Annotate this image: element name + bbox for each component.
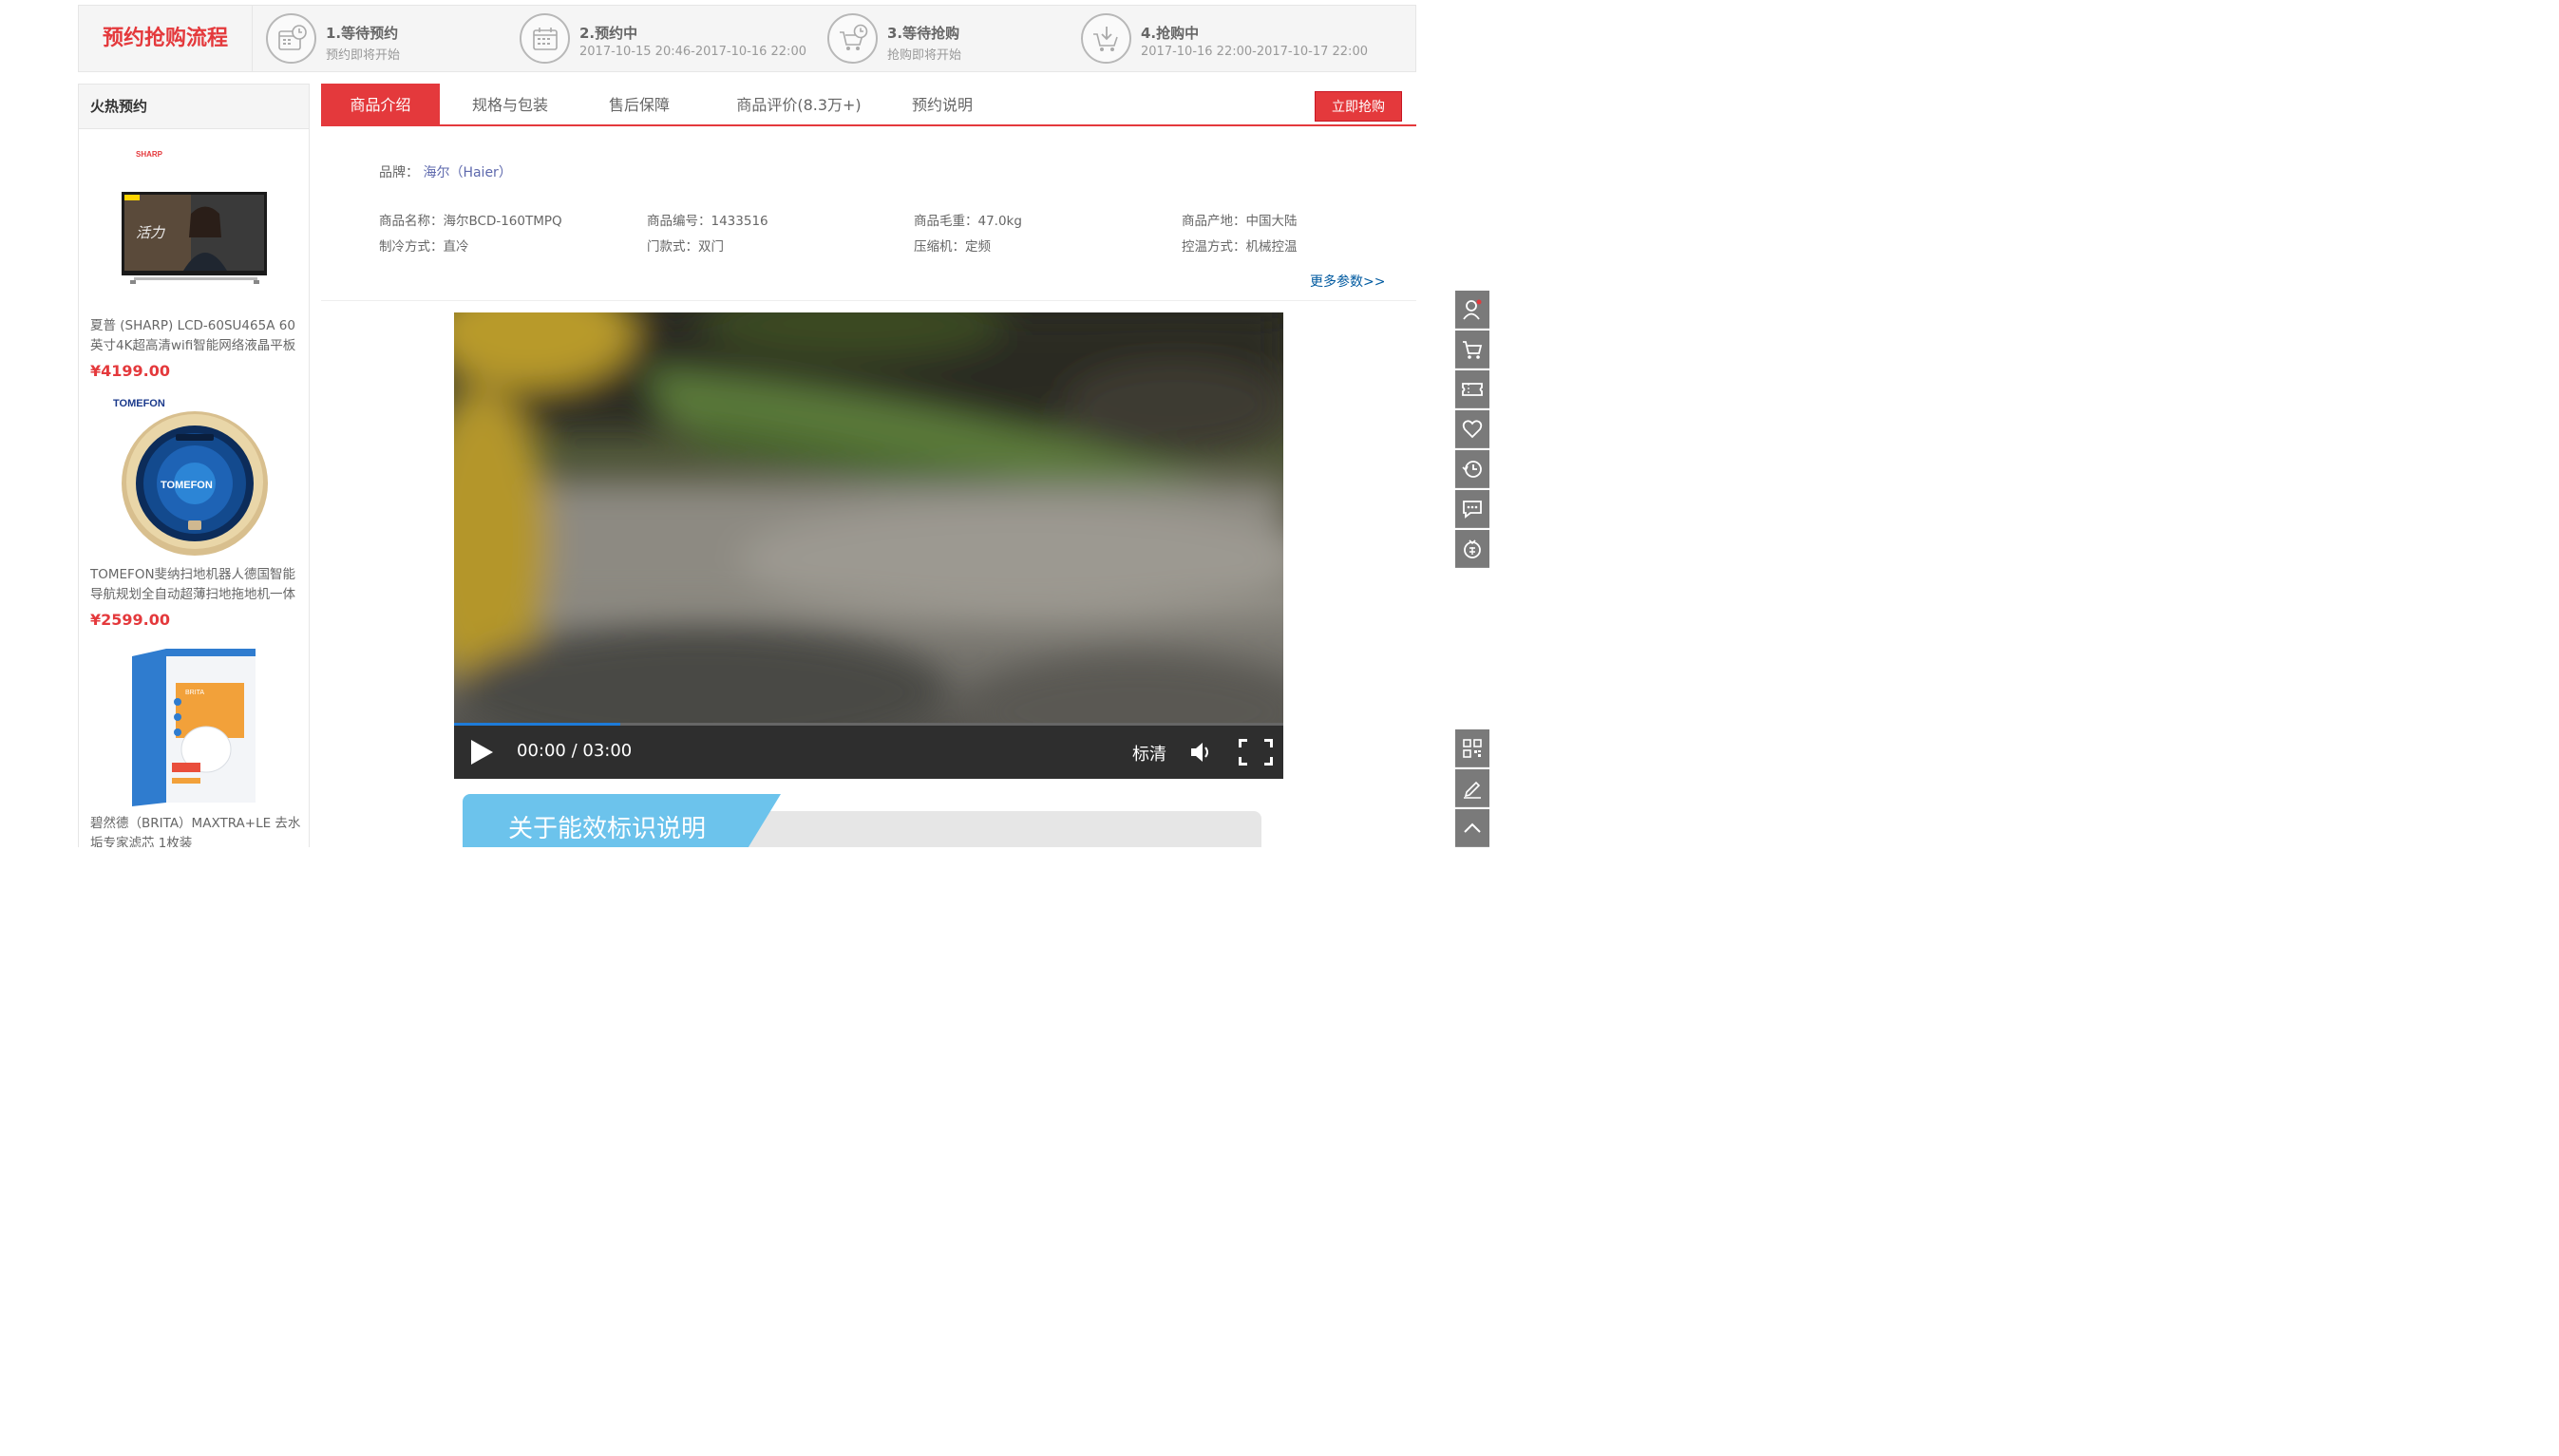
back-to-top-icon[interactable] [1455, 809, 1489, 847]
product-name[interactable]: 夏普 (SHARP) LCD-60SU465A 60英寸4K超高清wifi智能网… [90, 316, 301, 356]
process-step-4: 4.抢购中 2017-10-16 22:00-2017-10-17 22:00 [1081, 11, 1368, 66]
param-item: 商品产地：中国大陆 [1182, 214, 1298, 229]
tab-after-sales[interactable]: 售后保障 [589, 84, 690, 124]
banner-background [710, 811, 1261, 847]
product-price: ¥2599.00 [90, 611, 171, 629]
cart-icon[interactable] [1455, 331, 1489, 369]
product-image-brita-filter[interactable]: BRITA [128, 645, 261, 808]
play-icon[interactable] [469, 739, 494, 766]
param-item: 商品编号：1433516 [647, 214, 768, 229]
param-item: 商品名称：海尔BCD-160TMPQ [379, 214, 562, 229]
product-image-sharp-tv[interactable]: SHARP 活力 [115, 147, 276, 290]
step-title: 2.预约中 [579, 25, 638, 42]
history-icon[interactable] [1455, 450, 1489, 488]
cart-clock-icon [827, 13, 878, 64]
more-params-link[interactable]: 更多参数>> [1310, 272, 1385, 291]
process-step-1: 1.等待预约 预约即将开始 [266, 11, 484, 66]
coin-icon[interactable] [1455, 530, 1489, 568]
volume-icon[interactable] [1189, 739, 1212, 766]
step-subtitle: 预约即将开始 [326, 48, 401, 63]
product-name[interactable]: 碧然德（BRITA）MAXTRA+LE 去水垢专家滤芯 1枚装 [90, 814, 301, 847]
step-subtitle: 2017-10-15 20:46-2017-10-16 22:00 [579, 45, 806, 59]
energy-label-banner: 关于能效标识说明 [463, 790, 1261, 847]
tv-screen-text: 活力 [136, 224, 165, 241]
message-icon[interactable] [1455, 490, 1489, 528]
step-subtitle: 抢购即将开始 [887, 48, 962, 63]
process-step-3: 3.等待抢购 抢购即将开始 [827, 11, 1046, 66]
fullscreen-icon[interactable] [1238, 738, 1274, 766]
video-quality-selector[interactable]: 标清 [1132, 741, 1166, 766]
tab-product-intro[interactable]: 商品介绍 [321, 84, 440, 124]
feedback-icon[interactable] [1455, 769, 1489, 807]
video-time: 00:00 / 03:00 [517, 741, 633, 761]
hot-reservation-panel: 火热预约 SHARP 活力 夏普 (SHARP) LCD-60SU465A 60… [78, 84, 310, 847]
tab-reviews[interactable]: 商品评价(8.3万+) [720, 84, 878, 124]
banner-title: 关于能效标识说明 [508, 815, 707, 843]
calendar-icon [520, 13, 570, 64]
buy-now-button[interactable]: 立即抢购 [1315, 91, 1402, 122]
param-item: 压缩机：定频 [914, 239, 991, 255]
detail-tabs: 商品介绍 规格与包装 售后保障 商品评价(8.3万+) 预约说明 立即抢购 [321, 84, 1416, 126]
qrcode-icon[interactable] [1455, 729, 1489, 767]
panel-title: 火热预约 [79, 85, 309, 129]
param-item: 商品毛重：47.0kg [914, 214, 1022, 229]
heart-icon[interactable] [1455, 410, 1489, 448]
brita-pack-text: BRITA [185, 690, 204, 696]
tab-specs-packaging[interactable]: 规格与包装 [454, 84, 566, 124]
video-frame [454, 312, 1283, 768]
process-step-2: 2.预约中 2017-10-15 20:46-2017-10-16 22:00 [520, 11, 806, 66]
param-item: 制冷方式：直冷 [379, 239, 469, 255]
user-icon[interactable] [1455, 291, 1489, 329]
tomefon-logo: TOMEFON [113, 398, 165, 409]
brand-row: 品牌： 海尔（Haier） [379, 162, 512, 181]
process-title: 预约抢购流程 [79, 6, 253, 71]
ticket-icon[interactable] [1455, 370, 1489, 408]
param-item: 门款式：双门 [647, 239, 724, 255]
product-price: ¥4199.00 [90, 362, 171, 380]
step-title: 3.等待抢购 [887, 25, 960, 42]
page-root: { "process": { "title": "预约抢购流程", "steps… [0, 0, 1489, 847]
cart-download-icon [1081, 13, 1131, 64]
product-image-tomefon-robot[interactable]: TOMEFON TOMEFON [113, 396, 279, 559]
product-video-player[interactable]: 00:00 / 03:00 标清 [454, 312, 1283, 779]
product-name[interactable]: TOMEFON斐纳扫地机器人德国智能导航规划全自动超薄扫地拖地机一体 [90, 565, 301, 605]
step-subtitle: 2017-10-16 22:00-2017-10-17 22:00 [1141, 45, 1368, 59]
step-title: 1.等待预约 [326, 25, 399, 42]
robot-face-logo: TOMEFON [161, 480, 213, 491]
sharp-logo: SHARP [136, 150, 163, 159]
tab-reservation-notes[interactable]: 预约说明 [895, 84, 990, 124]
calendar-clock-icon [266, 13, 316, 64]
divider [321, 300, 1416, 301]
reservation-process-bar: 预约抢购流程 1.等待预约 预约即将开始 2.预约中 2017-10-15 20… [78, 5, 1416, 72]
brand-label: 品牌： [379, 165, 419, 180]
step-title: 4.抢购中 [1141, 25, 1200, 42]
brand-link[interactable]: 海尔（Haier） [423, 165, 511, 180]
video-controls: 00:00 / 03:00 标清 [454, 726, 1283, 779]
param-item: 控温方式：机械控温 [1182, 239, 1298, 255]
